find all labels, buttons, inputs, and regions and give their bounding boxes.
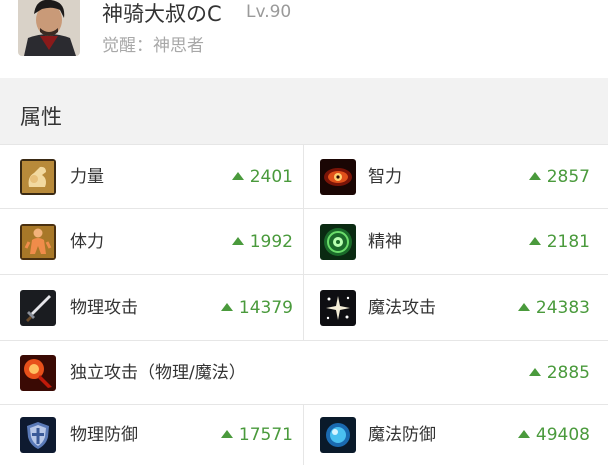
stat-value: 49408 (517, 423, 590, 447)
increase-arrow-icon (528, 171, 541, 180)
stat-cell-vitality: 体力 1992 (0, 209, 303, 274)
intelligence-icon (320, 158, 356, 195)
magic-attack-icon (320, 289, 356, 326)
stat-cell-intelligence: 智力 2857 (304, 145, 608, 208)
character-name: 神骑大叔のC (102, 2, 222, 26)
stat-label: 体力 (70, 231, 104, 252)
stat-label: 魔法防御 (368, 425, 436, 445)
vitality-icon (20, 223, 56, 260)
stat-label: 智力 (368, 166, 402, 187)
physical-defense-icon (20, 417, 56, 453)
magic-defense-icon (320, 417, 356, 453)
physical-attack-icon (20, 289, 56, 326)
stat-label: 魔法攻击 (368, 297, 436, 318)
stat-value: 1992 (231, 230, 293, 254)
increase-arrow-icon (231, 236, 244, 245)
section-title: 属性 (20, 105, 62, 129)
stat-row: 独立攻击（物理/魔法） 2885 (0, 340, 608, 404)
stat-value: 14379 (220, 296, 293, 320)
stat-value: 2885 (528, 361, 590, 385)
increase-arrow-icon (231, 171, 244, 180)
stat-value: 2401 (231, 165, 293, 189)
stat-cell-physical-defense: 物理防御 17571 (0, 405, 303, 465)
stat-row: 物理防御 17571 魔法防御 49408 (0, 404, 608, 465)
spirit-icon (320, 223, 356, 260)
stat-label: 独立攻击（物理/魔法） (70, 362, 246, 383)
increase-arrow-icon (517, 302, 530, 311)
character-profile: 神骑大叔のC Lv.90 觉醒：神思者 (0, 0, 608, 78)
stat-label: 物理攻击 (70, 297, 138, 318)
increase-arrow-icon (528, 367, 541, 376)
stat-row: 物理攻击 14379 魔法攻击 24383 (0, 274, 608, 340)
character-avatar[interactable] (18, 0, 80, 56)
section-gap (0, 78, 608, 90)
stat-cell-spirit: 精神 2181 (304, 209, 608, 274)
awakening-class: 觉醒：神思者 (102, 36, 204, 56)
stat-row: 力量 2401 智力 2857 (0, 144, 608, 208)
section-header: 属性 (0, 90, 608, 144)
stat-cell-strength: 力量 2401 (0, 145, 303, 208)
stat-cell-magic-attack: 魔法攻击 24383 (304, 275, 608, 340)
independent-attack-icon (20, 354, 56, 391)
increase-arrow-icon (220, 430, 233, 438)
stat-label: 精神 (368, 231, 402, 252)
increase-arrow-icon (517, 430, 530, 438)
increase-arrow-icon (528, 236, 541, 245)
strength-icon (20, 158, 56, 195)
stat-value: 2857 (528, 165, 590, 189)
stat-cell-physical-attack: 物理攻击 14379 (0, 275, 303, 340)
stat-row: 体力 1992 精神 2181 (0, 208, 608, 274)
stat-cell-magic-defense: 魔法防御 49408 (304, 405, 608, 465)
stat-value: 24383 (517, 296, 590, 320)
stat-label: 物理防御 (70, 425, 138, 445)
stat-value: 17571 (220, 423, 293, 447)
character-level: Lv.90 (246, 2, 292, 22)
increase-arrow-icon (220, 302, 233, 311)
stat-cell-independent-attack: 独立攻击（物理/魔法） 2885 (0, 341, 608, 404)
stat-label: 力量 (70, 166, 104, 187)
stat-value: 2181 (528, 230, 590, 254)
